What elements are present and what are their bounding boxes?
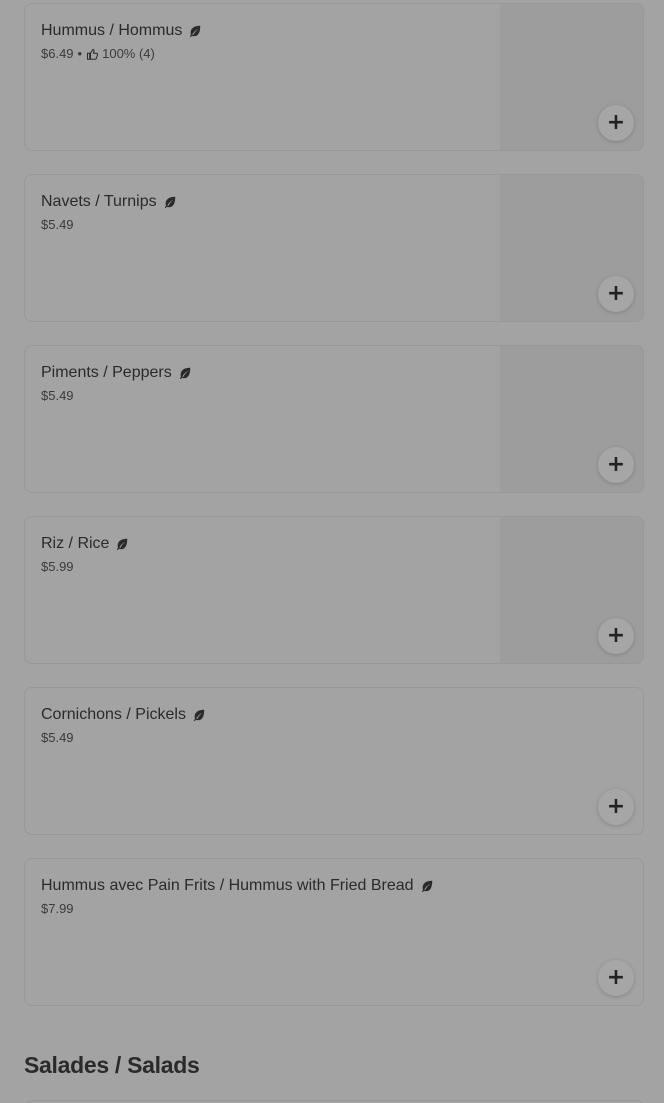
item-info: Piments / Peppers $5.49	[41, 363, 493, 404]
item-meta: $6.49 • 100% (4)	[41, 46, 493, 62]
item-name: Navets / Turnips	[41, 193, 157, 210]
item-info: Hummus avec Pain Frits / Hummus with Fri…	[41, 876, 627, 917]
item-info: Navets / Turnips $5.49	[41, 192, 493, 233]
meta-separator: •	[77, 46, 83, 61]
section-title: Salades / Salads	[24, 1052, 200, 1078]
add-item-button[interactable]: +	[598, 960, 634, 996]
item-price: $5.49	[41, 730, 74, 745]
item-meta: $5.49	[41, 217, 493, 233]
item-name: Hummus avec Pain Frits / Hummus with Fri…	[41, 877, 414, 894]
menu-item-card[interactable]: Hummus / Hommus $6.49 • 100% (4) +	[24, 3, 644, 151]
add-item-button[interactable]: +	[598, 447, 634, 483]
menu-item-card[interactable]: Cornichons / Pickels $5.49 +	[24, 687, 644, 835]
item-name: Riz / Rice	[41, 535, 110, 552]
item-price: $6.49	[41, 46, 74, 61]
menu-item-card[interactable]: Piments / Peppers $5.49 +	[24, 345, 644, 493]
leaf-icon	[193, 709, 205, 722]
menu-item-card[interactable]: Riz / Rice $5.99 +	[24, 516, 644, 664]
add-item-button[interactable]: +	[598, 276, 634, 312]
menu-item-card[interactable]: Hummus avec Pain Frits / Hummus with Fri…	[24, 858, 644, 1006]
item-name: Cornichons / Pickels	[41, 706, 186, 723]
item-info: Riz / Rice $5.99	[41, 534, 493, 575]
item-meta: $5.49	[41, 730, 493, 746]
leaf-icon	[164, 196, 175, 209]
menu-item-list: Hummus / Hommus $6.49 • 100% (4) + Navet…	[24, 3, 644, 1029]
item-name: Hummus / Hommus	[41, 22, 183, 39]
item-name-row: Piments / Peppers	[41, 363, 493, 383]
item-price: $5.99	[41, 559, 74, 574]
item-name: Piments / Peppers	[41, 364, 172, 381]
item-price: $5.49	[41, 388, 74, 403]
item-meta: $5.49	[41, 388, 493, 404]
item-name-row: Navets / Turnips	[41, 192, 493, 212]
item-info: Hummus / Hommus $6.49 • 100% (4)	[41, 21, 493, 62]
item-price: $5.49	[41, 217, 74, 232]
item-name-row: Riz / Rice	[41, 534, 493, 554]
add-item-button[interactable]: +	[598, 618, 634, 654]
add-item-button[interactable]: +	[598, 789, 634, 825]
leaf-icon	[421, 880, 432, 893]
item-name-row: Hummus / Hommus	[41, 21, 493, 41]
leaf-icon	[179, 367, 190, 380]
add-item-button[interactable]: +	[598, 105, 634, 141]
thumbs-up-icon	[87, 48, 99, 60]
item-meta: $5.99	[41, 559, 493, 575]
item-rating: 100% (4)	[102, 46, 155, 61]
menu-item-card[interactable]: Navets / Turnips $5.49 +	[24, 174, 644, 322]
item-name-row: Hummus avec Pain Frits / Hummus with Fri…	[41, 876, 627, 896]
item-meta: $7.99	[41, 901, 627, 917]
item-info: Cornichons / Pickels $5.49	[41, 705, 493, 746]
item-name-row: Cornichons / Pickels	[41, 705, 493, 725]
item-price: $7.99	[41, 901, 74, 916]
leaf-icon	[190, 25, 201, 38]
leaf-icon	[117, 538, 128, 551]
